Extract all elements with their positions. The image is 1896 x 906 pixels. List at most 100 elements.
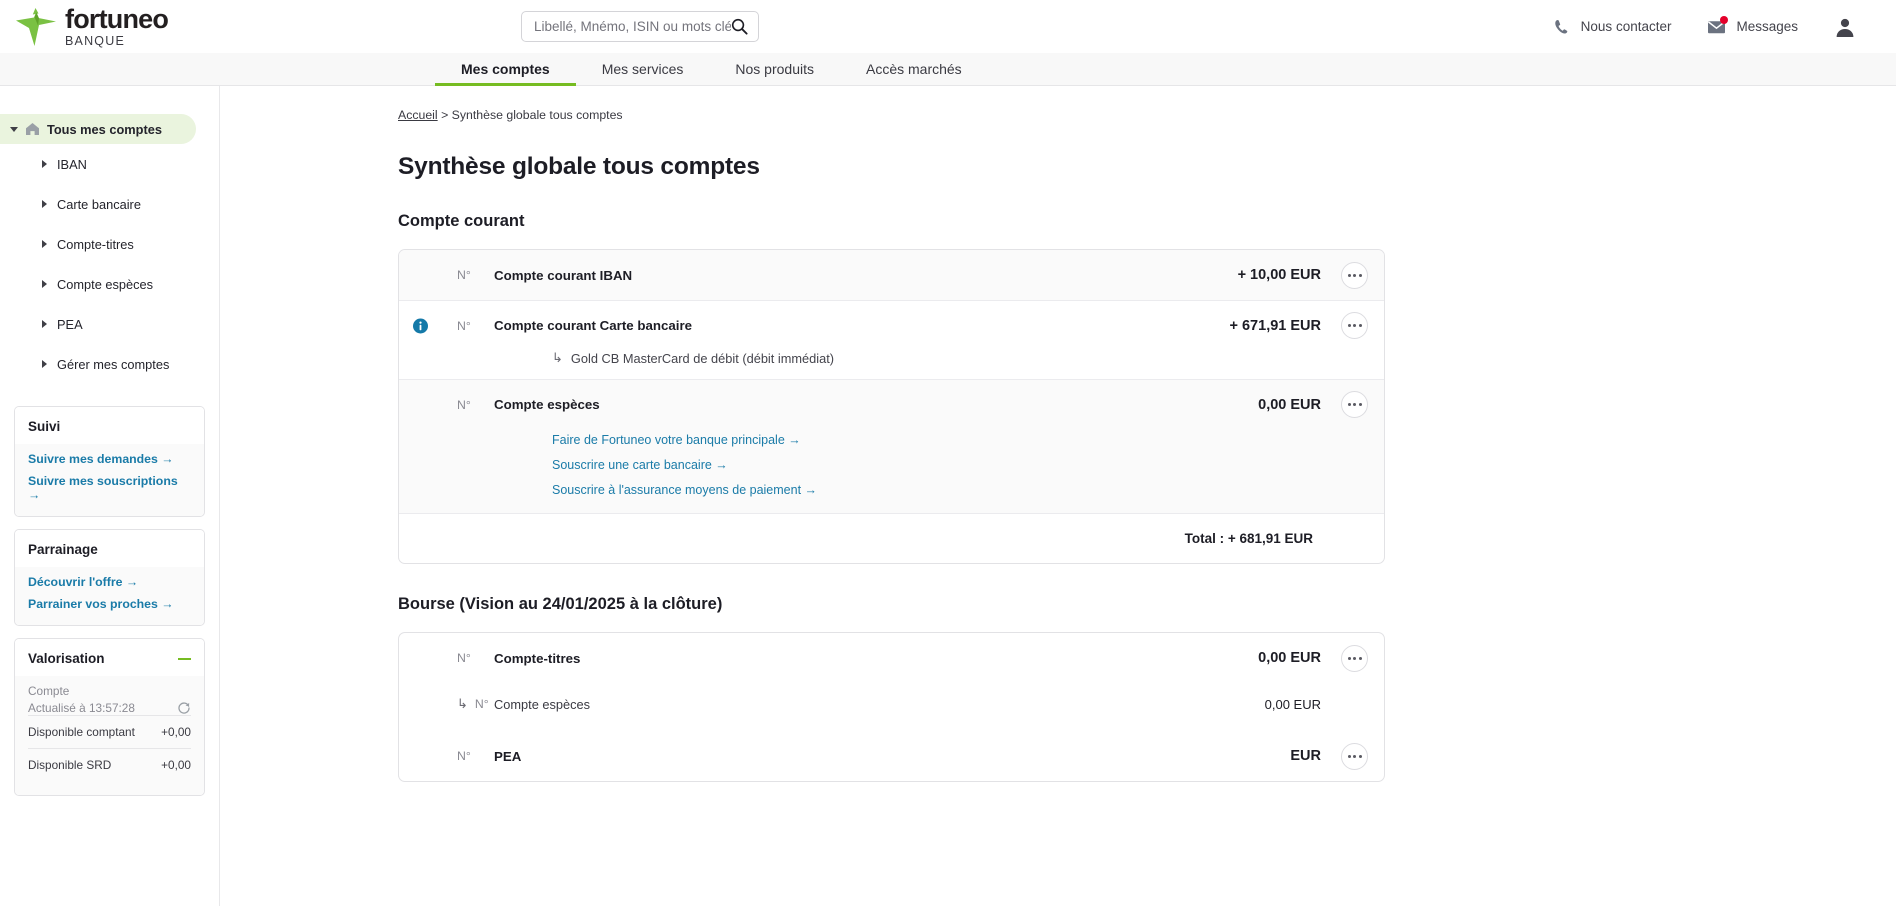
table-row[interactable]: N° Compte courant Carte bancaire + 671,9… [399,300,1384,350]
valorisation-row-value: +0,00 [161,725,191,739]
app-header: fortuneo BANQUE Nous contacter Me [0,0,1896,53]
contact-label: Nous contacter [1581,19,1672,34]
account-name: Compte courant IBAN [494,268,1238,283]
sidebar-item-label: Gérer mes comptes [57,357,169,372]
parrainage-panel-title: Parrainage [15,530,204,567]
info-icon[interactable] [413,318,428,333]
tab-acces-marches[interactable]: Accès marchés [840,53,988,85]
chevron-right-icon [42,160,47,168]
account-amount: 0,00 EUR [1258,397,1321,413]
card-detail-line: ↳ Gold CB MasterCard de débit (débit imm… [399,350,1384,379]
search-icon[interactable] [731,18,748,35]
link-banque-principale[interactable]: Faire de Fortuneo votre banque principal… [552,433,1384,447]
row-menu-button[interactable] [1341,391,1368,418]
breadcrumb-current: Synthèse globale tous comptes [452,108,623,122]
sidebar-item-carte-bancaire[interactable]: Carte bancaire [0,184,219,224]
valorisation-updated-row: Actualisé à 13:57:28 [28,701,191,715]
account-number: N° [399,398,494,412]
table-row[interactable]: N° Compte espèces 0,00 EUR [399,379,1384,429]
parrainage-panel-body: Découvrir l'offre → Parrainer vos proche… [15,567,204,625]
breadcrumb-separator: > [438,108,452,122]
search-input[interactable] [534,19,731,34]
account-amount: + 10,00 EUR [1238,267,1321,283]
section-title-compte-courant: Compte courant [398,212,1896,231]
account-name: Compte-titres [494,651,1258,666]
row-menu-button[interactable] [1341,262,1368,289]
tab-mes-services[interactable]: Mes services [576,53,710,85]
sidebar-item-label: Compte espèces [57,277,153,292]
sidebar-item-label: Carte bancaire [57,197,141,212]
row-menu-button[interactable] [1341,645,1368,672]
account-number: N° [399,268,494,282]
sidebar-root-label: Tous mes comptes [47,122,162,137]
table-row[interactable]: N° PEA EUR [399,731,1384,781]
card-detail-label: Gold CB MasterCard de débit (débit imméd… [571,351,834,366]
sidebar-item-gerer-mes-comptes[interactable]: Gérer mes comptes [0,344,219,384]
suivi-panel: Suivi Suivre mes demandes → Suivre mes s… [14,406,205,517]
account-name: Compte courant Carte bancaire [494,318,1230,333]
logo-wordmark: fortuneo [65,6,168,33]
page-title: Synthèse globale tous comptes [398,153,1896,181]
sidebar-item-tous-mes-comptes[interactable]: Tous mes comptes [0,114,196,144]
valorisation-panel-body: Compte Actualisé à 13:57:28 Disponible c… [15,676,204,795]
link-suivre-mes-souscriptions[interactable]: Suivre mes souscriptions → [28,474,191,502]
page-body: Tous mes comptes IBAN Carte bancaire Com… [0,86,1896,906]
row-menu-button[interactable] [1341,743,1368,770]
account-amount: EUR [1290,748,1321,764]
tab-mes-comptes-label: Mes comptes [435,61,576,77]
sidebar-item-compte-especes[interactable]: Compte espèces [0,264,219,304]
user-avatar-icon[interactable] [1834,16,1856,38]
account-name: Compte espèces [494,397,1258,412]
suivi-panel-title: Suivi [15,407,204,444]
account-number: N° [399,749,494,763]
valorisation-updated: Actualisé à 13:57:28 [28,701,135,715]
header-actions: Nous contacter Messages [1552,0,1896,53]
tab-mes-comptes[interactable]: Mes comptes [435,53,576,85]
logo-subtitle: BANQUE [65,35,168,48]
collapse-minus-icon[interactable] [178,658,191,660]
section-total: Total : + 681,91 EUR [399,513,1384,563]
row-menu-button[interactable] [1341,312,1368,339]
sidebar-item-compte-titres[interactable]: Compte-titres [0,224,219,264]
arrow-sub-icon: ↳ [457,696,468,712]
breadcrumb-home-link[interactable]: Accueil [398,108,438,122]
link-souscrire-carte[interactable]: Souscrire une carte bancaire → [552,458,1384,472]
sidebar-item-pea[interactable]: PEA [0,304,219,344]
messages-label: Messages [1736,19,1798,34]
chevron-right-icon [42,240,47,248]
offer-links: Faire de Fortuneo votre banque principal… [399,429,1384,513]
compte-courant-card: N° Compte courant IBAN + 10,00 EUR N° Co… [398,249,1385,564]
search-box[interactable] [521,11,759,42]
table-row[interactable]: N° Compte courant IBAN + 10,00 EUR [399,250,1384,300]
messages-button[interactable]: Messages [1707,18,1798,36]
valorisation-row-value: +0,00 [161,758,191,772]
valorisation-panel: Valorisation Compte Actualisé à 13:57:28… [14,638,205,796]
envelope-icon-wrap [1707,18,1727,36]
link-decouvrir-offre[interactable]: Découvrir l'offre → [28,575,191,589]
tab-mes-services-label: Mes services [576,61,710,77]
main-navigation: Mes comptes Mes services Nos produits Ac… [0,53,1896,86]
account-name: PEA [494,749,1290,764]
link-parrainer-vos-proches[interactable]: Parrainer vos proches → [28,597,191,611]
contact-button[interactable]: Nous contacter [1552,18,1672,36]
tab-acces-marches-label: Accès marchés [840,61,988,77]
chevron-right-icon [42,200,47,208]
refresh-icon[interactable] [177,701,191,715]
sub-account-number-label: N° [475,697,489,711]
link-assurance-moyens-paiement[interactable]: Souscrire à l'assurance moyens de paieme… [552,483,1384,497]
chevron-right-icon [42,280,47,288]
fortuneo-logo[interactable]: fortuneo BANQUE [14,6,168,48]
sub-account-amount: 0,00 EUR [1265,697,1321,712]
sidebar-item-iban[interactable]: IBAN [0,144,219,184]
phone-icon [1552,18,1572,36]
valorisation-row: Disponible SRD +0,00 [28,748,191,781]
tab-nos-produits[interactable]: Nos produits [709,53,840,85]
valorisation-panel-head: Valorisation [15,639,204,676]
table-row[interactable]: N° Compte-titres 0,00 EUR [399,633,1384,683]
link-suivre-mes-demandes[interactable]: Suivre mes demandes → [28,452,191,466]
arrow-sub-icon: ↳ [552,350,563,366]
account-amount: 0,00 EUR [1258,650,1321,666]
valorisation-row-label: Disponible SRD [28,758,111,772]
sidebar: Tous mes comptes IBAN Carte bancaire Com… [0,86,220,906]
account-number: N° [399,651,494,665]
